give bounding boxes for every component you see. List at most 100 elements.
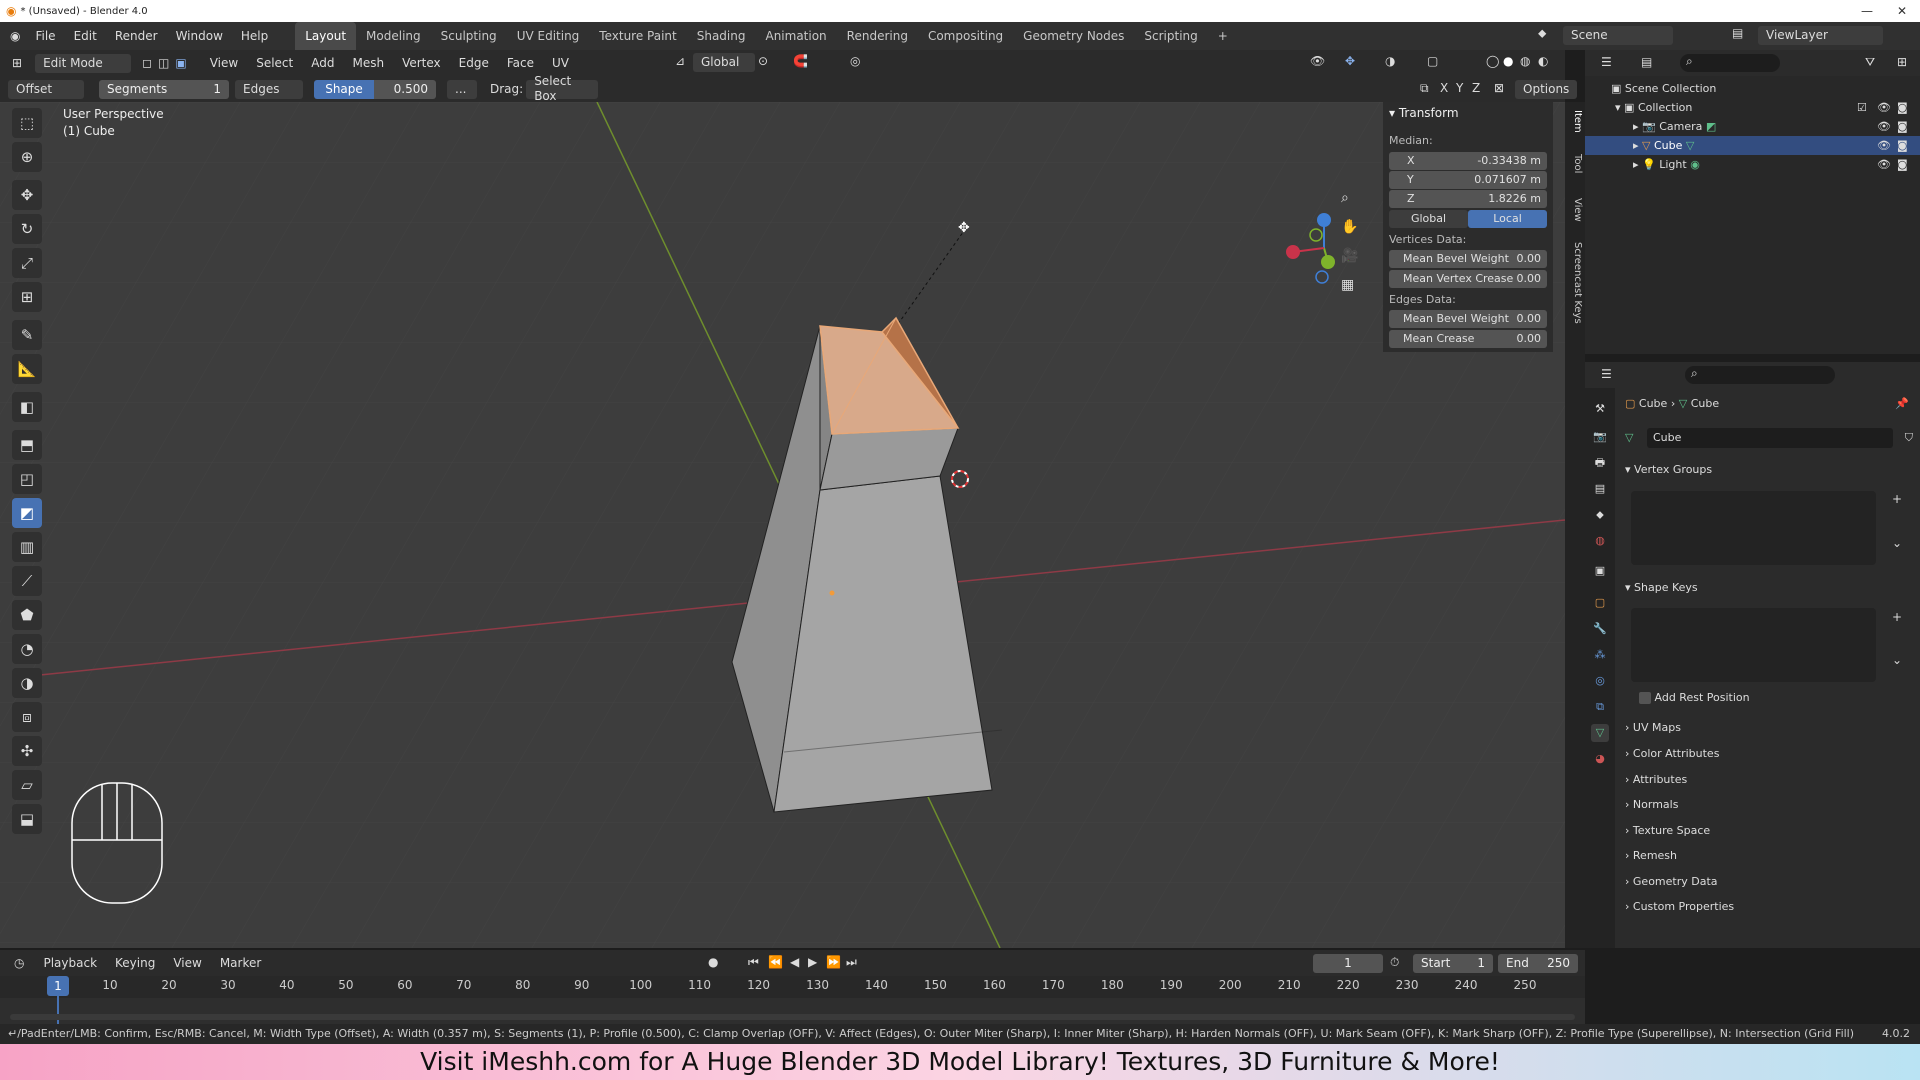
scale-tool-icon[interactable]: ⤢	[12, 248, 42, 278]
drag-selector[interactable]: Select Box	[526, 74, 599, 103]
blender-menu-icon[interactable]: ◉	[10, 29, 20, 43]
menu-edit[interactable]: Edit	[65, 22, 106, 50]
physics-tab-icon[interactable]: ◎	[1591, 672, 1609, 690]
camera-render-icon[interactable]: ◙	[1897, 155, 1908, 174]
properties-search-input[interactable]: ⌕	[1685, 366, 1835, 384]
object-tab-icon[interactable]: ▢	[1591, 594, 1609, 612]
color-attributes-panel[interactable]: › Color Attributes	[1625, 744, 1915, 764]
editor-type-icon[interactable]: ⊞	[12, 56, 22, 70]
shape-key-menu-icon[interactable]: ⌄	[1892, 653, 1902, 667]
view-menu[interactable]: View	[164, 949, 210, 977]
tab-scripting[interactable]: Scripting	[1134, 22, 1207, 50]
add-shape-key-icon[interactable]: +	[1892, 610, 1902, 624]
menu-add[interactable]: Add	[302, 49, 343, 77]
timeline-editor-icon[interactable]: ◷	[14, 956, 24, 970]
eye-icon[interactable]: 👁	[1877, 117, 1891, 136]
scene-selector[interactable]: Scene	[1563, 26, 1673, 45]
modifier-tab-icon[interactable]: 🔧	[1591, 620, 1609, 638]
current-frame-field[interactable]: 1	[1313, 954, 1383, 973]
material-tab-icon[interactable]: ◕	[1591, 750, 1609, 768]
vertex-select-icon[interactable]: ◻	[142, 56, 152, 70]
prev-keyframe-icon[interactable]: ⏪	[768, 955, 783, 969]
menu-select[interactable]: Select	[247, 49, 302, 77]
expand-arrow-icon[interactable]: ▸	[1633, 139, 1639, 152]
orientation-selector[interactable]: Global	[693, 53, 755, 72]
attributes-panel[interactable]: › Attributes	[1625, 770, 1915, 790]
options-dropdown[interactable]: Options	[1515, 80, 1578, 99]
menu-file[interactable]: File	[26, 22, 64, 50]
loop-cut-tool-icon[interactable]: ▥	[12, 532, 42, 562]
tab-tool[interactable]: Tool	[1567, 154, 1583, 173]
tab-uv-editing[interactable]: UV Editing	[507, 22, 590, 50]
proportional-edit-icon[interactable]: ◎	[850, 54, 860, 68]
menu-uv[interactable]: UV	[543, 49, 578, 77]
solid-shading-icon[interactable]: ●	[1503, 54, 1513, 68]
spin-tool-icon[interactable]: ◔	[12, 634, 42, 664]
add-vertex-group-icon[interactable]: +	[1892, 492, 1902, 506]
tab-sculpting[interactable]: Sculpting	[431, 22, 507, 50]
camera-render-icon[interactable]: ◙	[1897, 136, 1908, 155]
shape-keys-list[interactable]	[1631, 608, 1876, 682]
local-toggle[interactable]: Local	[1468, 210, 1547, 228]
mode-selector[interactable]: Edit Mode	[35, 53, 132, 73]
checkbox-icon[interactable]: ☑	[1857, 98, 1867, 117]
constraints-tab-icon[interactable]: ⧉	[1591, 698, 1609, 716]
shrink-fatten-tool-icon[interactable]: ✣	[12, 736, 42, 766]
wireframe-shading-icon[interactable]: ◯	[1486, 54, 1499, 68]
transform-tool-icon[interactable]: ⊞	[12, 282, 42, 312]
outliner-editor-icon[interactable]: ☰	[1601, 55, 1612, 69]
edge-mean-bevel-weight-field[interactable]: Mean Bevel Weight 0.00	[1389, 310, 1547, 328]
pan-hand-icon[interactable]: ✋	[1341, 219, 1358, 235]
collection-row[interactable]: ▾ ▣ Collection ☑ 👁 ◙	[1585, 98, 1920, 117]
axis-z-toggle[interactable]: Z	[1472, 81, 1480, 95]
output-tab-icon[interactable]: 🖶	[1591, 454, 1609, 472]
transform-section-header[interactable]: ▾ Transform	[1389, 106, 1459, 120]
edge-select-icon[interactable]: ◫	[158, 56, 169, 70]
new-collection-icon[interactable]: ⊞	[1897, 55, 1907, 69]
cursor-tool-icon[interactable]: ⊕	[12, 142, 42, 172]
end-frame-field[interactable]: End 250	[1498, 954, 1578, 973]
face-select-icon[interactable]: ▣	[175, 56, 186, 70]
scene-collection-row[interactable]: ▣ Scene Collection	[1585, 79, 1920, 98]
bevel-tool-icon[interactable]: ◩	[12, 498, 42, 528]
poly-build-tool-icon[interactable]: ⬟	[12, 600, 42, 630]
texture-space-panel[interactable]: › Texture Space	[1625, 821, 1915, 841]
rotate-tool-icon[interactable]: ↻	[12, 214, 42, 244]
custom-properties-panel[interactable]: › Custom Properties	[1625, 897, 1915, 917]
pivot-icon[interactable]: ⊙	[758, 54, 768, 68]
3d-viewport[interactable]: ✥ User Perspective (1) Cube ⌕ ✋ 🎥 ▦	[0, 102, 1565, 948]
menu-vertex[interactable]: Vertex	[393, 49, 450, 77]
menu-face[interactable]: Face	[498, 49, 543, 77]
smooth-tool-icon[interactable]: ◑	[12, 668, 42, 698]
fake-user-icon[interactable]: ⛉	[1905, 428, 1913, 448]
rest-position-checkbox[interactable]	[1639, 692, 1651, 704]
mesh-name-input[interactable]: Cube	[1647, 428, 1893, 448]
snap-icon[interactable]: 🧲	[793, 54, 808, 68]
play-reverse-icon[interactable]: ◀	[790, 955, 799, 969]
tab-item[interactable]: Item	[1567, 110, 1583, 133]
timeline-scrollbar[interactable]	[10, 1014, 1575, 1020]
mesh-data-tab-icon[interactable]: ▽	[1591, 724, 1609, 742]
clock-icon[interactable]: ⏱	[1390, 955, 1399, 970]
menu-render[interactable]: Render	[106, 22, 167, 50]
tab-screencast-keys[interactable]: Screencast Keys	[1567, 242, 1583, 324]
knife-tool-icon[interactable]: ⟋	[12, 566, 42, 596]
outliner-item-cube[interactable]: ▸ ▽ Cube ▽ 👁 ◙	[1585, 136, 1920, 155]
mean-crease-field[interactable]: Mean Crease 0.00	[1389, 330, 1547, 348]
tab-layout[interactable]: Layout	[295, 22, 357, 50]
rendered-shading-icon[interactable]: ◐	[1538, 54, 1548, 68]
normals-panel[interactable]: › Normals	[1625, 795, 1915, 815]
auto-merge-icon[interactable]: ⊠	[1494, 81, 1504, 95]
play-icon[interactable]: ▶	[808, 955, 817, 969]
camera-render-icon[interactable]: ◙	[1897, 98, 1908, 117]
playback-menu[interactable]: Playback	[34, 949, 106, 977]
view-layer-selector[interactable]: ViewLayer	[1758, 26, 1883, 45]
edge-slide-tool-icon[interactable]: ⧈	[12, 702, 42, 732]
ortho-grid-icon[interactable]: ▦	[1341, 277, 1354, 293]
width-type-selector[interactable]: Offset	[8, 79, 84, 99]
render-tab-icon[interactable]: 📷	[1591, 428, 1609, 446]
tab-animation[interactable]: Animation	[755, 22, 836, 50]
next-keyframe-icon[interactable]: ⏩	[826, 955, 841, 969]
move-tool-icon[interactable]: ✥	[12, 180, 42, 210]
tab-texture-paint[interactable]: Texture Paint	[589, 22, 686, 50]
